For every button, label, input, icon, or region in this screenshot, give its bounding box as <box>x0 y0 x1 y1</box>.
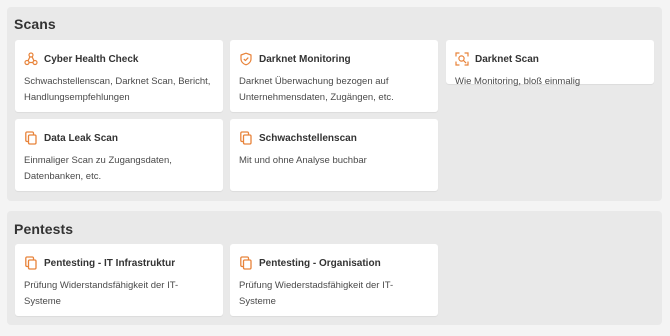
scans-section: Scans Cyber Health Check Schwachstellens… <box>7 7 662 201</box>
card-darknet-monitoring[interactable]: Darknet Monitoring Darknet Überwachung b… <box>230 40 438 112</box>
card-description: Prüfung Wiederstadsfähigkeit der IT-Syst… <box>239 280 394 307</box>
card-title: Darknet Scan <box>475 53 539 65</box>
pentests-section: Pentests Pentesting - IT Infrastruktur P… <box>7 211 662 325</box>
card-description: Darknet Überwachung bezogen auf Unterneh… <box>239 76 394 103</box>
card-description: Mit und ohne Analyse buchbar <box>239 155 367 166</box>
card-pentesting-organisation[interactable]: Pentesting - Organisation Prüfung Wieder… <box>230 244 438 316</box>
scan-search-icon <box>455 52 469 66</box>
section-title-pentests: Pentests <box>14 221 74 237</box>
card-description: Einmaliger Scan zu Zugangsdaten, Datenba… <box>24 155 172 182</box>
section-title-scans: Scans <box>14 16 56 32</box>
copy-icon <box>239 256 253 270</box>
card-title: Schwachstellenscan <box>259 132 357 144</box>
shield-check-icon <box>239 52 253 66</box>
nodes-icon <box>24 52 38 66</box>
card-darknet-scan[interactable]: Darknet Scan Wie Monitoring, bloß einmal… <box>446 40 654 87</box>
card-description: Schwachstellenscan, Darknet Scan, Berich… <box>24 76 211 103</box>
card-schwachstellenscan[interactable]: Schwachstellenscan Mit und ohne Analyse … <box>230 119 438 191</box>
card-title: Pentesting - IT Infrastruktur <box>44 257 176 269</box>
card-title: Pentesting - Organisation <box>259 257 381 269</box>
copy-icon <box>24 256 38 270</box>
card-data-leak-scan[interactable]: Data Leak Scan Einmaliger Scan zu Zugang… <box>15 119 223 191</box>
card-cyber-health-check[interactable]: Cyber Health Check Schwachstellenscan, D… <box>15 40 223 112</box>
copy-icon <box>239 131 253 145</box>
copy-icon <box>24 131 38 145</box>
card-description: Wie Monitoring, bloß einmalig <box>455 76 581 87</box>
card-title: Data Leak Scan <box>44 132 118 144</box>
card-description: Prüfung Widerstandsfähigkeit der IT-Syst… <box>24 280 179 307</box>
card-pentesting-it-infrastruktur[interactable]: Pentesting - IT Infrastruktur Prüfung Wi… <box>15 244 223 316</box>
card-title: Cyber Health Check <box>44 53 139 65</box>
card-title: Darknet Monitoring <box>259 53 351 65</box>
